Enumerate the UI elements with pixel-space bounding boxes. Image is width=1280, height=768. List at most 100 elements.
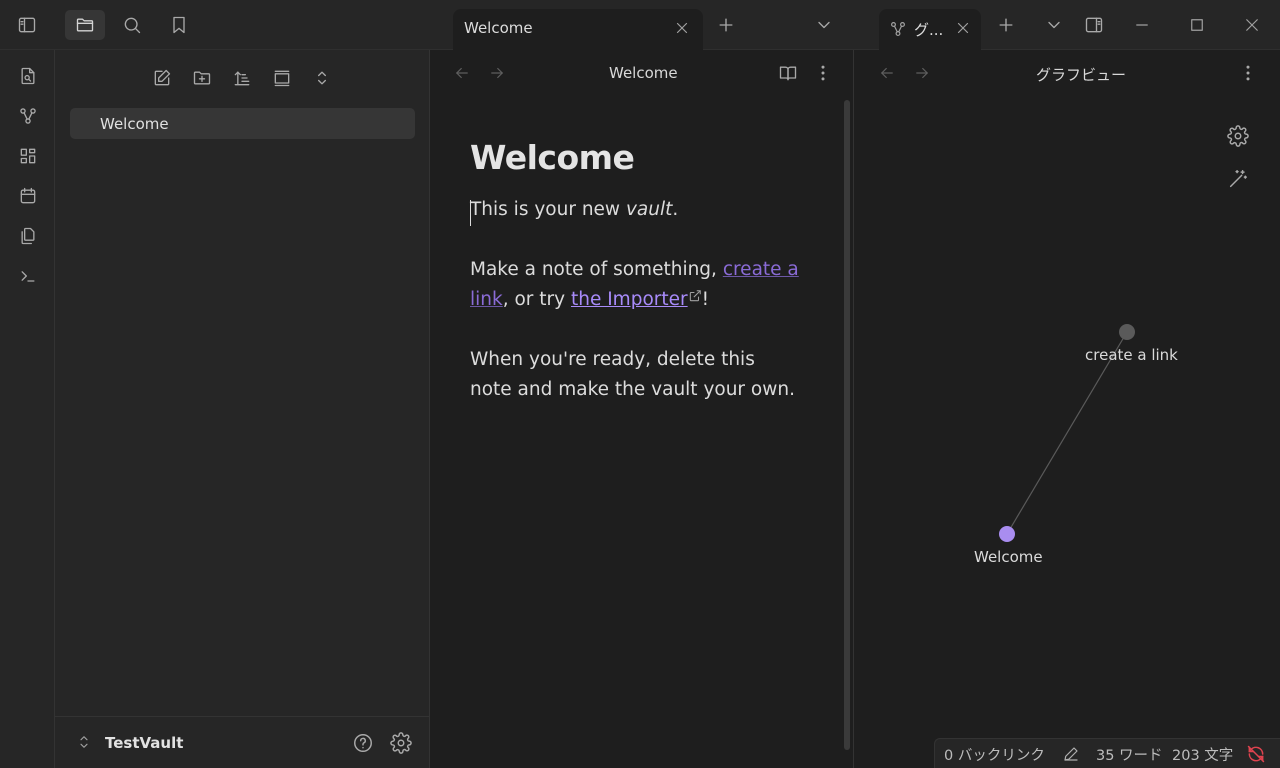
graph-canvas[interactable] [855,50,1280,740]
toggle-right-sidebar-button[interactable] [1074,10,1114,40]
text: , or try [502,289,571,310]
gallery-icon [274,70,290,87]
folder-plus-icon [193,71,211,85]
sort-icon [234,71,250,86]
graph-icon [891,22,905,36]
close-icon [676,22,688,34]
nav-back-button[interactable] [453,64,471,82]
daily-note-button[interactable] [14,182,42,210]
bookmark-icon [173,16,185,34]
text: . [672,199,679,220]
word-count: 35 ワード [1096,748,1163,764]
close-icon [957,22,969,34]
close-tab-button[interactable] [954,19,972,37]
graph-node-create-a-link[interactable] [1119,324,1135,340]
folder-icon [76,18,94,32]
title-bar: Welcome グ... [0,0,1280,50]
chevron-down-icon [1048,21,1060,29]
close-window-button[interactable] [1232,10,1272,40]
sync-error-icon[interactable] [1246,744,1266,764]
calendar-icon [20,187,36,204]
scrollbar[interactable] [844,100,850,750]
quick-switcher-button[interactable] [14,62,42,90]
graph-node-label: Welcome [974,548,1043,566]
graph-node-welcome[interactable] [999,526,1015,542]
toggle-left-sidebar-button[interactable] [7,10,47,40]
file-explorer: Welcome TestVault [55,50,430,768]
view-header-title[interactable]: Welcome [609,64,678,82]
file-search-icon [21,67,35,85]
more-options-button[interactable] [813,63,833,83]
new-folder-button[interactable] [188,64,216,92]
canvas-button[interactable] [14,142,42,170]
vault-name[interactable]: TestVault [105,734,183,752]
file-item-label: Welcome [100,115,169,133]
graph-node-label: create a link [1085,346,1178,364]
note-heading: Welcome [470,138,635,177]
plus-icon [719,18,733,32]
files-icon [21,227,35,245]
arrow-right-icon [491,67,503,79]
graph-view-pane: グラフビュー create a link Welcome [855,50,1280,768]
close-icon [1246,19,1258,31]
terminal-icon [21,271,35,282]
maximize-button[interactable] [1177,10,1217,40]
paragraph-links: Make a note of something, create a link,… [470,255,800,315]
char-count: 203 文字 [1172,748,1234,764]
tab-list-dropdown[interactable] [1034,10,1074,40]
text: This is your new [470,199,626,220]
help-button[interactable] [352,732,374,754]
pencil-icon[interactable] [1062,745,1080,763]
reading-view-button[interactable] [778,63,798,83]
maximize-icon [1191,19,1203,31]
text: Make a note of something, [470,259,723,280]
minimize-icon [1136,24,1148,26]
minimize-button[interactable] [1122,10,1162,40]
auto-reveal-button[interactable] [268,64,296,92]
external-link-importer[interactable]: the Importer [571,289,688,310]
files-view-button[interactable] [65,10,105,40]
new-note-button[interactable] [148,64,176,92]
search-view-button[interactable] [112,10,152,40]
bookmarks-view-button[interactable] [159,10,199,40]
sidebar-right-icon [1085,17,1103,33]
paragraph-intro: This is your new vault. [470,195,800,225]
collapse-all-button[interactable] [308,64,336,92]
edit-icon [154,69,171,86]
status-bar: 0 バックリンク 35 ワード 203 文字 [934,738,1280,768]
emphasis-text: vault [625,199,673,220]
editor-pane: Welcome Welcome This is your new vault. … [430,50,854,768]
gear-icon [390,732,412,754]
backlinks-count[interactable]: 0 バックリンク [944,744,1045,765]
vault-switcher-bar: TestVault [55,716,430,768]
templates-button[interactable] [14,222,42,250]
plus-icon [999,18,1013,32]
note-content[interactable]: Welcome This is your new vault. Make a n… [470,138,800,435]
chevron-down-icon [818,21,830,29]
tab-label: グ... [914,21,944,39]
text: ! [701,289,710,310]
nav-forward-button[interactable] [488,64,506,82]
open-graph-button[interactable] [14,102,42,130]
settings-button[interactable] [390,732,412,754]
tab-label: Welcome [464,19,533,37]
graph-icon [20,108,36,124]
tab-welcome[interactable]: Welcome [453,9,703,50]
file-item-welcome[interactable]: Welcome [70,108,415,139]
paragraph-outro: When you're ready, delete this note and … [470,349,795,400]
command-palette-button[interactable] [14,262,42,290]
ribbon [0,50,55,768]
tab-list-dropdown[interactable] [804,10,844,40]
sort-button[interactable] [228,64,256,92]
sidebar-left-icon [18,17,36,33]
chevrons-up-down-icon [318,71,326,85]
vault-switcher[interactable] [75,733,93,751]
layout-dashboard-icon [20,148,36,164]
new-tab-button[interactable] [706,10,746,40]
arrow-left-icon [456,67,468,79]
help-circle-icon [354,734,372,752]
close-tab-button[interactable] [673,19,691,37]
chevrons-up-down-icon [80,736,88,748]
tab-graph-view[interactable]: グ... [879,9,981,50]
new-tab-button[interactable] [986,10,1026,40]
